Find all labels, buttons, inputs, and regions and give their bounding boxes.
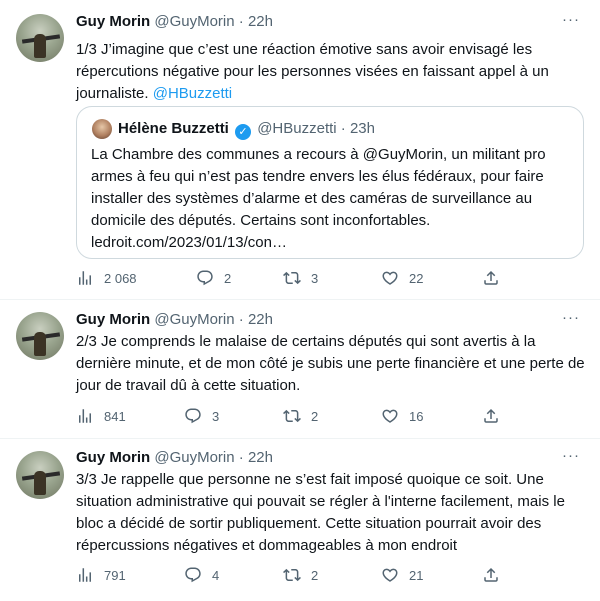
action-bar: 2 068 2 3 22	[76, 268, 516, 288]
views-count: 841	[104, 408, 126, 424]
retweet-icon	[283, 409, 301, 423]
reply-count: 4	[212, 567, 220, 583]
like-icon	[382, 271, 398, 285]
author-handle[interactable]: @GuyMorin	[154, 311, 234, 328]
reply-icon	[185, 408, 201, 424]
views-button[interactable]: 841	[76, 406, 126, 426]
retweet-button[interactable]: 2	[283, 406, 318, 426]
tweet-header: Guy Morin @GuyMorin · 22h	[76, 448, 273, 468]
retweet-button[interactable]: 2	[283, 565, 318, 585]
verified-icon: ✓	[235, 124, 252, 140]
views-icon	[79, 409, 91, 423]
reply-button[interactable]: 2	[196, 268, 231, 288]
author-name[interactable]: Guy Morin	[76, 449, 150, 466]
reply-icon	[197, 270, 213, 286]
share-icon	[484, 408, 498, 423]
reply-button[interactable]: 4	[184, 565, 219, 585]
retweet-icon	[283, 271, 301, 285]
views-count: 791	[104, 567, 126, 583]
quote-header: Hélène Buzzetti ✓ @HBuzzetti · 23h	[118, 119, 375, 140]
quote-text-body: La Chambre des communes a recours à @Guy…	[91, 146, 546, 229]
timestamp[interactable]: 22h	[248, 13, 273, 30]
mention-link[interactable]: @HBuzzetti	[153, 85, 232, 102]
timestamp[interactable]: 22h	[248, 449, 273, 466]
like-count: 16	[409, 408, 424, 424]
like-button[interactable]: 22	[381, 268, 423, 288]
separator: ·	[238, 449, 244, 466]
reply-count: 3	[212, 408, 220, 424]
retweet-icon	[283, 568, 301, 582]
views-icon	[79, 271, 91, 285]
retweet-count: 2	[311, 408, 319, 424]
share-button[interactable]	[482, 268, 500, 288]
avatar[interactable]	[16, 14, 64, 62]
share-button[interactable]	[482, 565, 500, 585]
tweet[interactable]: Guy Morin @GuyMorin · 22h ··· 3/3 Je rap…	[0, 439, 600, 601]
tweet-text: 3/3 Je rappelle que personne ne s’est fa…	[76, 471, 565, 554]
separator: ·	[238, 13, 244, 30]
author-name[interactable]: Guy Morin	[76, 13, 150, 30]
action-bar: 841 3 2 16	[76, 406, 516, 426]
quote-author-name: Hélène Buzzetti	[118, 120, 229, 137]
retweet-count: 3	[311, 270, 319, 286]
views-icon	[79, 568, 91, 582]
timestamp[interactable]: 22h	[248, 311, 273, 328]
reply-button[interactable]: 3	[184, 406, 219, 426]
like-button[interactable]: 16	[381, 406, 423, 426]
like-icon	[382, 409, 398, 423]
tweet[interactable]: Guy Morin @GuyMorin · 22h ··· 1/3 J’imag…	[0, 0, 600, 300]
share-button[interactable]	[482, 406, 500, 426]
like-count: 21	[409, 567, 424, 583]
quote-text: La Chambre des communes a recours à @Guy…	[91, 144, 571, 254]
tweet-header: Guy Morin @GuyMorin · 22h	[76, 310, 273, 330]
quote-tweet[interactable]: Hélène Buzzetti ✓ @HBuzzetti · 23h La Ch…	[76, 106, 584, 259]
more-icon[interactable]: ···	[562, 448, 580, 468]
share-icon	[484, 270, 498, 285]
tweet-text-body: 1/3 J’imagine que c’est une réaction émo…	[76, 41, 549, 102]
avatar[interactable]	[16, 312, 64, 360]
author-handle[interactable]: @GuyMorin	[154, 449, 234, 466]
views-button[interactable]: 791	[76, 565, 126, 585]
retweet-button[interactable]: 3	[283, 268, 318, 288]
quote-timestamp: 23h	[349, 120, 375, 137]
like-button[interactable]: 21	[381, 565, 423, 585]
retweet-count: 2	[311, 567, 319, 583]
separator: ·	[238, 311, 244, 328]
separator: ·	[340, 120, 346, 137]
more-icon[interactable]: ···	[562, 12, 580, 32]
quote-author-handle: @HBuzzetti	[257, 120, 337, 137]
avatar[interactable]	[16, 451, 64, 499]
reply-icon	[185, 567, 201, 583]
author-name[interactable]: Guy Morin	[76, 311, 150, 328]
action-bar: 791 4 2 21	[76, 565, 516, 585]
tweet[interactable]: Guy Morin @GuyMorin · 22h ··· 2/3 Je com…	[0, 300, 600, 439]
reply-count: 2	[224, 270, 232, 286]
views-count: 2 068	[104, 270, 137, 286]
like-icon	[382, 568, 398, 582]
tweet-text: 2/3 Je comprends le malaise de certains …	[76, 333, 585, 394]
more-icon[interactable]: ···	[562, 310, 580, 330]
tweet-text: 1/3 J’imagine que c’est une réaction émo…	[76, 39, 586, 105]
like-count: 22	[409, 270, 424, 286]
quote-avatar	[92, 119, 112, 139]
views-button[interactable]: 2 068	[76, 268, 137, 288]
share-icon	[484, 567, 498, 582]
tweet-header: Guy Morin @GuyMorin · 22h	[76, 12, 273, 32]
author-handle[interactable]: @GuyMorin	[154, 13, 234, 30]
quote-link[interactable]: ledroit.com/2023/01/13/con…	[91, 232, 571, 254]
